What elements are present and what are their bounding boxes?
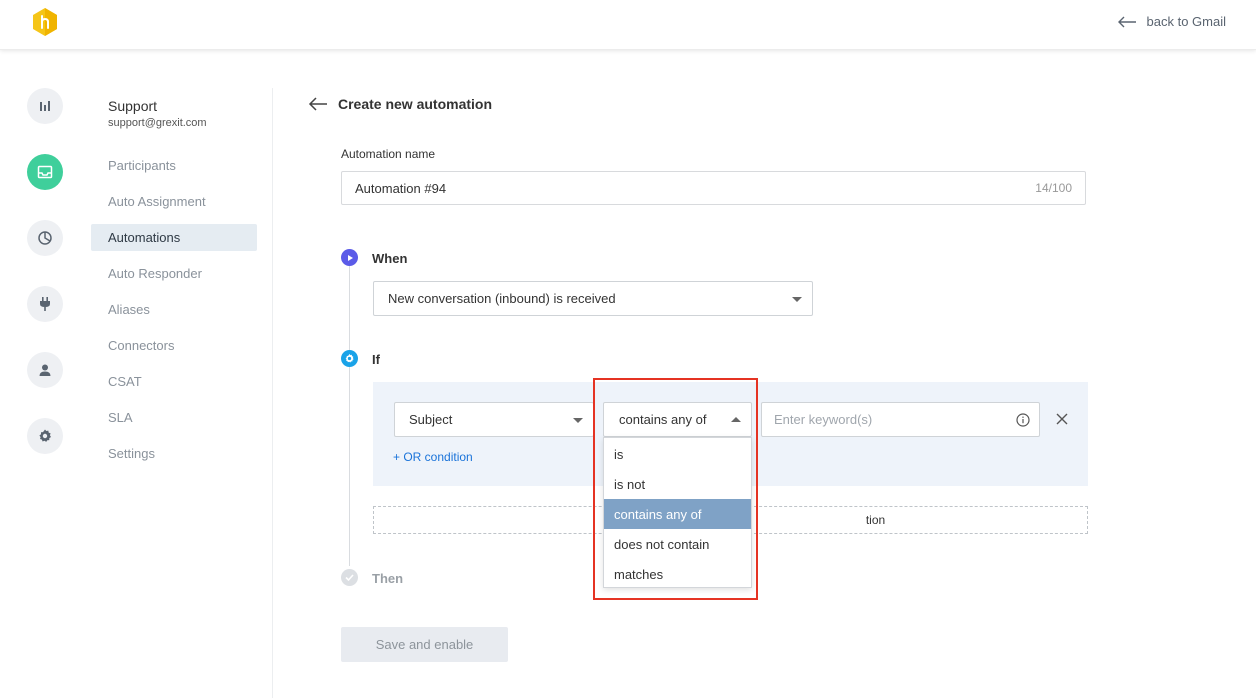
if-label: If <box>372 352 380 367</box>
automation-name-label: Automation name <box>341 147 436 161</box>
close-icon <box>1056 413 1068 425</box>
chevron-down-icon <box>573 418 583 423</box>
sidebar-item-sla[interactable]: SLA <box>91 404 257 431</box>
sidebar-item-settings[interactable]: Settings <box>91 440 257 467</box>
sidebar-item-connectors[interactable]: Connectors <box>91 332 257 359</box>
rail-users-button[interactable] <box>27 352 63 388</box>
when-label: When <box>372 251 408 266</box>
rail-integrations-button[interactable] <box>27 286 63 322</box>
rail-analytics-button[interactable] <box>27 88 63 124</box>
plug-icon <box>40 297 50 311</box>
top-bar: back to Gmail <box>0 0 1256 50</box>
trigger-select[interactable]: New conversation (inbound) is received <box>373 281 813 316</box>
save-and-enable-button[interactable]: Save and enable <box>341 627 508 662</box>
settings-gear-icon <box>341 350 358 367</box>
dropdown-option-does-not-contain[interactable]: does not contain <box>604 529 751 559</box>
dropdown-option-matches[interactable]: matches <box>604 559 751 589</box>
inbox-group-email: support@grexit.com <box>108 117 207 129</box>
arrow-left-icon <box>308 97 327 111</box>
inbox-group-title: Support <box>108 98 158 114</box>
sidebar-divider <box>272 88 273 698</box>
rail-reports-button[interactable] <box>27 220 63 256</box>
sidebar-item-csat[interactable]: CSAT <box>91 368 257 395</box>
sidebar-item-auto-responder[interactable]: Auto Responder <box>91 260 257 287</box>
operator-dropdown-menu: is is not contains any of does not conta… <box>603 437 752 588</box>
sidebar-item-automations[interactable]: Automations <box>91 224 257 251</box>
condition-operator-value: contains any of <box>619 412 707 427</box>
condition-operator-select[interactable]: contains any of <box>603 402 752 437</box>
automation-name-input[interactable]: Automation #94 14/100 <box>341 171 1086 205</box>
sidebar-item-participants[interactable]: Participants <box>91 152 257 179</box>
steps-timeline <box>349 266 350 566</box>
rail-inbox-button[interactable] <box>27 154 63 190</box>
inbox-icon <box>37 165 53 179</box>
remove-condition-button[interactable] <box>1056 412 1068 430</box>
gear-icon <box>39 429 51 442</box>
condition-field-select[interactable]: Subject <box>394 402 594 437</box>
back-to-gmail-link[interactable]: back to Gmail <box>1117 14 1226 29</box>
back-button[interactable] <box>308 94 328 119</box>
check-icon <box>341 569 358 586</box>
sidebar-item-aliases[interactable]: Aliases <box>91 296 257 323</box>
keyword-input[interactable]: Enter keyword(s) <box>761 402 1040 437</box>
automation-name-value: Automation #94 <box>355 180 447 196</box>
reports-icon <box>38 231 52 245</box>
add-condition-label: tion <box>865 513 886 527</box>
page-title: Create new automation <box>338 96 493 112</box>
char-counter: 14/100 <box>1035 181 1072 195</box>
app-logo-icon[interactable] <box>30 6 60 38</box>
sidebar-item-auto-assignment[interactable]: Auto Assignment <box>91 188 257 215</box>
trigger-select-value: New conversation (inbound) is received <box>388 291 616 306</box>
chevron-up-icon <box>731 417 741 422</box>
chevron-down-icon <box>792 297 802 302</box>
user-icon <box>39 364 51 376</box>
then-label: Then <box>372 571 404 586</box>
arrow-left-icon <box>1117 16 1136 27</box>
rail-settings-button[interactable] <box>27 418 63 454</box>
keyword-placeholder: Enter keyword(s) <box>774 412 873 427</box>
dropdown-option-is[interactable]: is <box>604 439 751 469</box>
condition-field-value: Subject <box>409 412 453 427</box>
or-condition-link[interactable]: + OR condition <box>393 450 473 464</box>
dropdown-option-contains-any-of[interactable]: contains any of <box>604 499 751 529</box>
back-to-gmail-label: back to Gmail <box>1146 14 1226 29</box>
analytics-icon <box>40 101 50 111</box>
play-icon <box>341 249 358 266</box>
dropdown-option-is-not[interactable]: is not <box>604 469 751 499</box>
info-icon[interactable] <box>1016 413 1030 427</box>
